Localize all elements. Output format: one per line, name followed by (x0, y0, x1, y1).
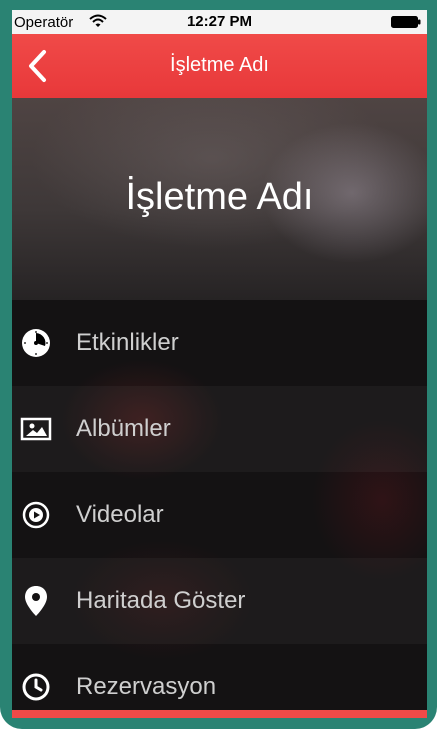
menu-item-videolar[interactable]: Videolar (12, 472, 427, 558)
business-name-title: İşletme Adı (125, 176, 314, 218)
navigation-bar: İşletme Adı (12, 34, 427, 98)
hero-banner: İşletme Adı (12, 98, 427, 300)
menu-item-haritada-goster[interactable]: Haritada Göster (12, 558, 427, 644)
photo-album-icon (18, 411, 54, 447)
menu-item-label: Albümler (76, 415, 171, 442)
battery-icon (391, 16, 421, 28)
bottom-accent-strip (12, 710, 427, 718)
menu-item-etkinlikler[interactable]: Etkinlikler (12, 300, 427, 386)
nav-title: İşletme Adı (170, 54, 269, 76)
map-pin-icon (18, 583, 54, 619)
menu-item-label: Videolar (76, 501, 164, 528)
menu-item-label: Haritada Göster (76, 587, 246, 614)
menu-list: Etkinlikler Albümler Videolar Haritada G… (12, 300, 427, 718)
menu-item-label: Rezervasyon (76, 673, 217, 700)
clock-outline-icon (18, 669, 54, 705)
device-frame: Operatör 12:27 PM İşletme Adı İşletme Ad… (0, 0, 437, 729)
menu-item-albumler[interactable]: Albümler (12, 386, 427, 472)
clock-icon (18, 325, 54, 361)
menu-item-label: Etkinlikler (76, 329, 179, 356)
status-time: 12:27 PM (186, 13, 253, 30)
app-screen: Operatör 12:27 PM İşletme Adı İşletme Ad… (12, 10, 427, 718)
menu-item-rezervasyon[interactable]: Rezervasyon (12, 644, 427, 718)
status-bar: Operatör 12:27 PM (12, 10, 427, 34)
video-play-icon (18, 497, 54, 533)
